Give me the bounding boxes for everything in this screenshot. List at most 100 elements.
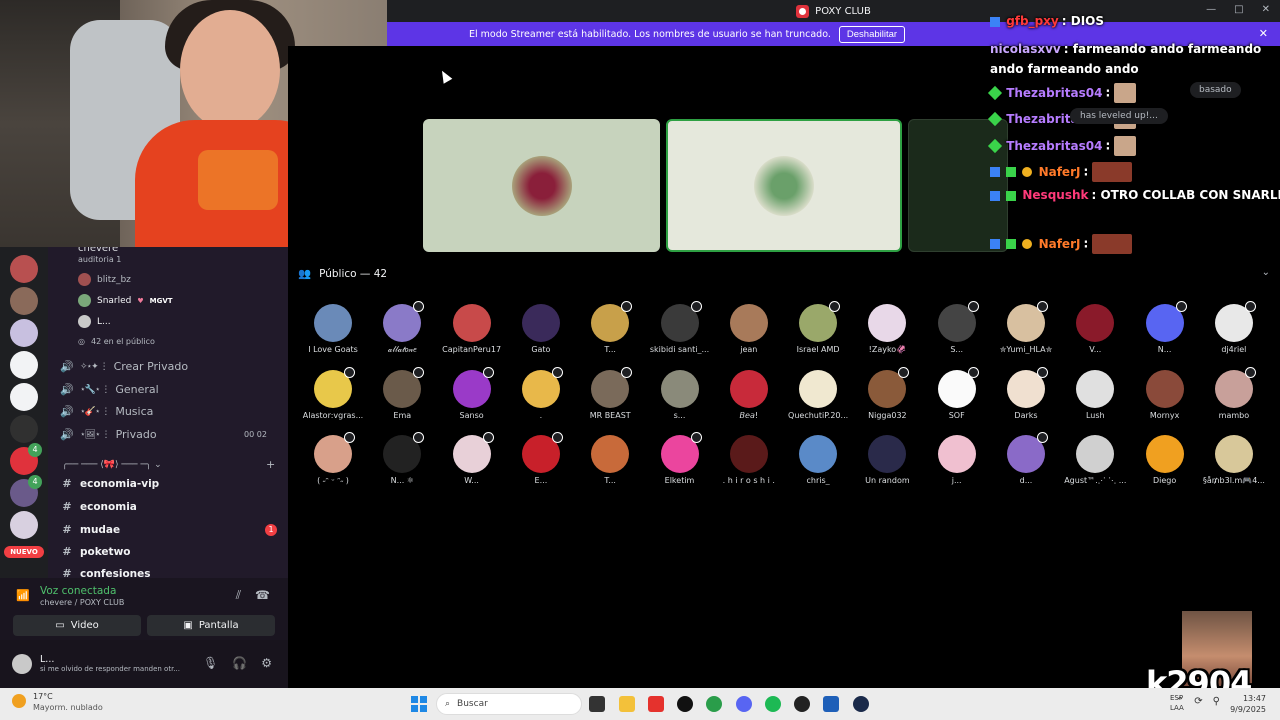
audience-member[interactable]: Gato xyxy=(506,304,576,354)
input-language[interactable]: ESP LAA xyxy=(1170,693,1184,713)
video-button[interactable]: ▭ Video xyxy=(13,615,141,636)
usb-icon[interactable]: ⚲ xyxy=(1213,696,1220,707)
disconnect-icon[interactable]: ☎ xyxy=(255,588,270,603)
speaker-tile-active[interactable] xyxy=(666,119,902,252)
sync-icon[interactable]: ⟳ xyxy=(1194,696,1202,707)
audience-member[interactable]: Alastor:vgras... xyxy=(298,366,368,420)
audience-member[interactable]: chris_ xyxy=(783,435,853,485)
voice-connected-location[interactable]: chevere / POXY CLUB xyxy=(40,598,124,607)
voice-member[interactable]: L... xyxy=(78,315,111,328)
audience-member[interactable]: Darks xyxy=(991,366,1061,420)
audience-member[interactable]: ( ˶ᵔ ᵕ ᵔ˶ ) xyxy=(298,432,368,485)
voice-member[interactable]: blitz_bz xyxy=(78,273,131,286)
voice-channel-name[interactable]: chevere xyxy=(78,247,118,254)
audience-member[interactable]: E... xyxy=(506,432,576,485)
audience-member[interactable]: skibidi santi_... xyxy=(645,301,715,354)
text-channel-mudae[interactable]: # mudae xyxy=(60,523,120,536)
audience-member[interactable]: Israel AMD xyxy=(783,301,853,354)
audience-member[interactable]: Un random xyxy=(852,435,922,485)
screen-share-button[interactable]: ▣ Pantalla xyxy=(147,615,275,636)
headphones-icon[interactable]: 🎧 xyxy=(232,656,247,670)
audience-member[interactable]: CapitanPeru17 xyxy=(437,304,507,354)
chevron-down-icon[interactable]: ⌄ xyxy=(1262,267,1270,278)
signal-icon[interactable]: 📶 xyxy=(16,589,30,602)
audience-member[interactable]: Lush xyxy=(1060,369,1130,420)
spotify-icon[interactable] xyxy=(765,696,781,712)
voice-channel-crear-privado[interactable]: 🔊 ✧⋆✦ ⋮ Crear Privado xyxy=(60,360,188,373)
app-icon[interactable] xyxy=(794,696,810,712)
microphone-icon[interactable]: 🎙 xyxy=(203,656,218,670)
speaker-tile[interactable] xyxy=(423,119,660,252)
audience-member[interactable]: T... xyxy=(575,301,645,354)
audience-member[interactable]: ✮Yumi_HLA✮ xyxy=(991,301,1061,354)
voice-member[interactable]: Snarled ♥ MGVT xyxy=(78,294,173,307)
audience-member[interactable]: MR BEAST xyxy=(575,366,645,420)
audience-count-line[interactable]: ◎ 42 en el público xyxy=(78,337,155,346)
taskbar-search[interactable]: ⌕ Buscar xyxy=(436,693,582,715)
audience-member[interactable]: S... xyxy=(922,301,992,354)
server-icon[interactable] xyxy=(10,287,38,315)
audience-member[interactable]: . h i r o s h i . xyxy=(714,435,784,485)
audience-member[interactable]: Diego xyxy=(1130,435,1200,485)
audience-member[interactable]: T... xyxy=(575,435,645,485)
text-channel-economia[interactable]: # economia xyxy=(60,500,136,513)
settings-gear-icon[interactable]: ⚙ xyxy=(261,656,272,670)
text-channel-economia-vip[interactable]: # economia-vip xyxy=(60,477,159,490)
hash-icon: # xyxy=(62,567,72,578)
audience-member[interactable]: I Love Goats xyxy=(298,304,368,354)
audience-member[interactable]: dj4riel xyxy=(1199,301,1269,354)
audience-member[interactable]: mambo xyxy=(1199,366,1269,420)
audience-member[interactable]: Sanso xyxy=(437,366,507,420)
discord-icon[interactable] xyxy=(736,696,752,712)
muted-mic-icon xyxy=(344,366,355,378)
audience-member[interactable]: j... xyxy=(922,435,992,485)
audience-member[interactable]: Mornyx xyxy=(1130,369,1200,420)
audience-member[interactable]: V... xyxy=(1060,304,1130,354)
chrome-icon[interactable] xyxy=(706,696,722,712)
audience-member[interactable]: Nigga032 xyxy=(852,366,922,420)
notepad-icon[interactable] xyxy=(823,696,839,712)
obs-icon[interactable] xyxy=(677,696,693,712)
app-icon[interactable] xyxy=(648,696,664,712)
audience-member[interactable]: SOF xyxy=(922,366,992,420)
avatar[interactable] xyxy=(12,654,32,674)
audience-member[interactable]: . xyxy=(506,366,576,420)
disable-streamer-mode-button[interactable]: Deshabilitar xyxy=(838,25,906,43)
voice-channel-privado[interactable]: 🔊 ⋆🖼⋆ ⋮ Privado xyxy=(60,428,156,441)
audience-member[interactable]: §å₥b3l.m🎮4... xyxy=(1199,435,1269,485)
server-icon[interactable] xyxy=(10,351,38,379)
audience-header[interactable]: 👥 Público — 42 xyxy=(298,267,387,281)
username[interactable]: L... xyxy=(40,654,54,665)
audience-member[interactable]: Agust™.⋰ ⋱ ... xyxy=(1060,435,1130,485)
task-view-icon[interactable] xyxy=(589,696,605,712)
steam-icon[interactable] xyxy=(853,696,869,712)
audience-member[interactable]: Elketim xyxy=(645,432,715,485)
voice-channel-general[interactable]: 🔊 ⋆🔧⋆ ⋮ General xyxy=(60,383,159,396)
audience-member[interactable]: Ema xyxy=(367,366,437,420)
audience-member[interactable]: N... ⚛ xyxy=(367,432,437,485)
audience-member[interactable]: !Zayko🦑 xyxy=(852,304,922,354)
voice-channel-musica[interactable]: 🔊 ⋆🎸⋆ ⋮ Musica xyxy=(60,405,153,418)
server-icon[interactable] xyxy=(10,255,38,283)
text-channel-poketwo[interactable]: # poketwo xyxy=(60,545,130,558)
audience-member[interactable]: jean xyxy=(714,304,784,354)
server-icon[interactable] xyxy=(10,415,38,443)
audience-member[interactable]: s... xyxy=(645,369,715,420)
audience-member[interactable]: QuechutiP.20... xyxy=(783,369,853,420)
muted-mic-icon xyxy=(1244,301,1256,312)
audience-member[interactable]: 𝘉𝘦𝘢! xyxy=(714,369,784,420)
text-channel-confesiones[interactable]: # confesiones xyxy=(60,567,150,578)
audience-member[interactable]: d... xyxy=(991,432,1061,485)
server-icon[interactable] xyxy=(10,511,38,539)
file-explorer-icon[interactable] xyxy=(619,696,635,712)
category-header[interactable]: ╭── ─── ⟨🎀⟩ ─── ─╮ ⌄ xyxy=(62,460,162,470)
audience-member[interactable]: 𝒶𝓁𝓁𝒶𝓉𝑜𝓃𝑒 xyxy=(367,301,437,355)
clock[interactable]: 13:47 9/9/2025 xyxy=(1230,693,1266,715)
noise-suppression-icon[interactable]: ⫽ xyxy=(236,588,241,603)
server-icon[interactable] xyxy=(10,319,38,347)
start-button[interactable] xyxy=(411,696,427,712)
audience-member[interactable]: W... xyxy=(437,432,507,485)
audience-member[interactable]: N... xyxy=(1130,301,1200,354)
add-channel-icon[interactable]: + xyxy=(266,458,275,471)
server-icon[interactable] xyxy=(10,383,38,411)
